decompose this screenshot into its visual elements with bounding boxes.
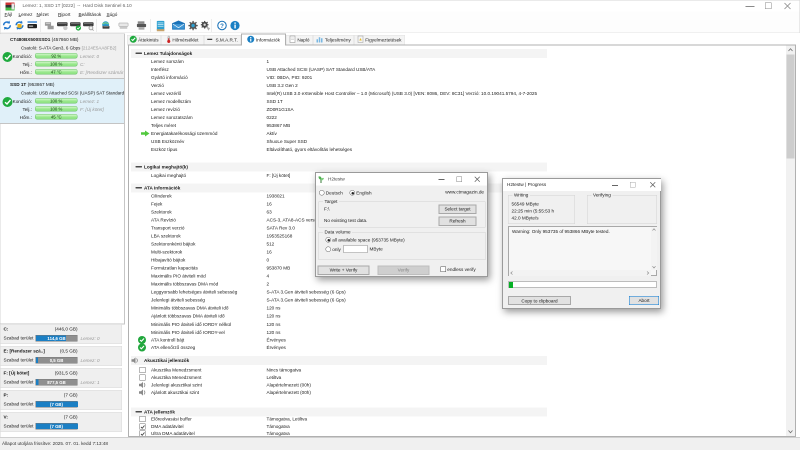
svg-text:?: ? bbox=[220, 23, 224, 30]
